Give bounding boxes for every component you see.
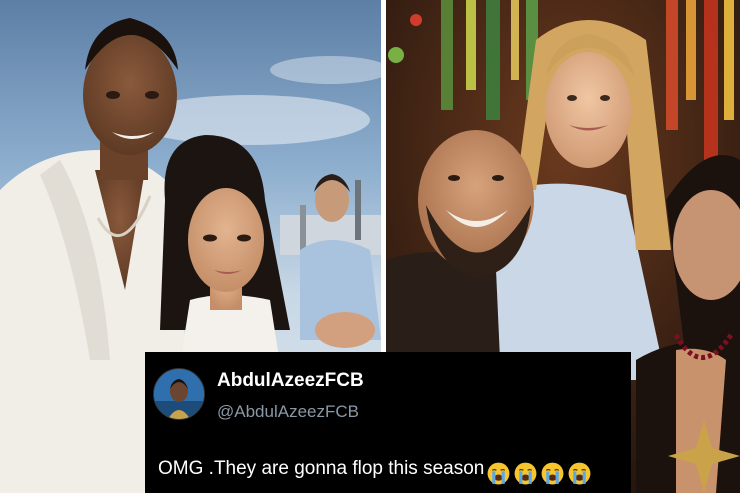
avatar[interactable]	[153, 368, 205, 420]
display-name[interactable]: AbdulAzeezFCB	[217, 370, 364, 392]
profile-avatar-image	[154, 369, 204, 419]
tweet-text-line: OMG .They are gonna flop this season	[158, 458, 594, 486]
user-handle[interactable]: @AbdulAzeezFCB	[217, 402, 359, 422]
tweet-card: AbdulAzeezFCB @AbdulAzeezFCB OMG .They a…	[145, 352, 631, 493]
collage: AbdulAzeezFCB @AbdulAzeezFCB OMG .They a…	[0, 0, 740, 493]
crying-face-icon	[513, 461, 538, 486]
emoji-row	[486, 461, 594, 486]
tweet-text: OMG .They are gonna flop this season	[158, 458, 485, 479]
crying-face-icon	[540, 461, 565, 486]
crying-face-icon	[486, 461, 511, 486]
crying-face-icon	[567, 461, 592, 486]
